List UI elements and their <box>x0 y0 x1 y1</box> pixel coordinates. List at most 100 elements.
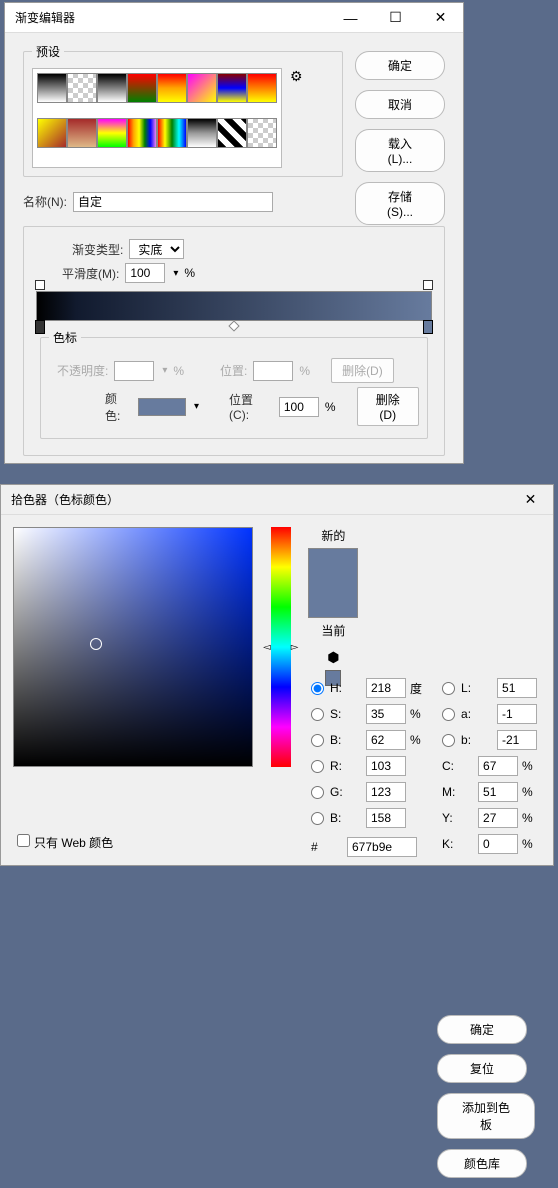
hue-arrow-icon[interactable]: ◅ <box>263 642 271 653</box>
s-label: S: <box>330 707 362 721</box>
r-radio[interactable] <box>311 760 324 773</box>
web-only-checkbox-label[interactable]: 只有 Web 颜色 <box>17 836 113 850</box>
k-input[interactable] <box>478 834 518 854</box>
g-input[interactable] <box>366 782 406 802</box>
gradient-swatch[interactable] <box>67 118 97 148</box>
maximize-button[interactable]: ☐ <box>373 3 418 33</box>
smooth-label: 平滑度(M): <box>62 265 119 282</box>
k-label: K: <box>442 837 474 851</box>
color-stop[interactable] <box>35 320 45 334</box>
gradient-swatch[interactable] <box>217 73 247 103</box>
color-preview <box>308 548 358 618</box>
chevron-down-icon: ▾ <box>162 365 167 376</box>
gradient-swatch[interactable] <box>37 73 67 103</box>
smooth-input[interactable] <box>125 263 165 283</box>
opacity-stop[interactable] <box>35 280 45 290</box>
hue-arrow-icon[interactable]: ▻ <box>291 642 299 653</box>
gradient-swatch[interactable] <box>247 73 277 103</box>
m-label: M: <box>442 785 474 799</box>
a-label: a: <box>461 707 493 721</box>
c-input[interactable] <box>478 756 518 776</box>
gradient-swatch[interactable] <box>97 73 127 103</box>
pos-c-input[interactable] <box>279 397 319 417</box>
bc-radio[interactable] <box>311 812 324 825</box>
color-field[interactable] <box>13 527 253 767</box>
s-input[interactable] <box>366 704 406 724</box>
pos-label: 位置: <box>220 362 247 379</box>
gradient-swatch[interactable] <box>217 118 247 148</box>
action-buttons: 确定 取消 载入(L)... 存储(S)... <box>355 51 445 235</box>
opacity-input <box>114 361 154 381</box>
s-radio[interactable] <box>311 708 324 721</box>
delete-button: 删除(D) <box>331 358 394 383</box>
hue-slider[interactable] <box>271 527 291 767</box>
type-select[interactable]: 实底 <box>129 239 184 259</box>
h-radio[interactable] <box>311 682 324 695</box>
color-cursor[interactable] <box>90 638 102 650</box>
l-input[interactable] <box>497 678 537 698</box>
add-swatch-button[interactable]: 添加到色板 <box>437 1093 535 1139</box>
minimize-button[interactable]: — <box>328 3 373 33</box>
gradient-bar[interactable] <box>36 291 432 321</box>
gradient-swatch[interactable] <box>187 73 217 103</box>
ok-button[interactable]: 确定 <box>437 1015 527 1044</box>
color-stop[interactable] <box>423 320 433 334</box>
save-button[interactable]: 存储(S)... <box>355 182 445 225</box>
c-label: C: <box>442 759 474 773</box>
bb-radio[interactable] <box>442 734 455 747</box>
gradient-panel: 渐变类型: 实底 平滑度(M): ▾ % 色标 不透明度: ▾ % 位置: <box>23 226 445 456</box>
g-radio[interactable] <box>311 786 324 799</box>
ok-button[interactable]: 确定 <box>355 51 445 80</box>
y-label: Y: <box>442 811 474 825</box>
close-button[interactable]: ✕ <box>508 485 553 515</box>
preset-swatches[interactable] <box>32 68 282 168</box>
gear-icon[interactable]: ⚙ <box>290 68 303 85</box>
g-label: G: <box>330 785 362 799</box>
gradient-swatch[interactable] <box>157 118 187 148</box>
b-radio[interactable] <box>311 734 324 747</box>
m-input[interactable] <box>478 782 518 802</box>
window-title: 拾色器（色标颜色） <box>1 491 508 508</box>
color-picker-dialog: 拾色器（色标颜色） ✕ ◅ ▻ 新的 当前 ⬢ 确定 复位 添加到色板 颜 <box>0 484 554 866</box>
opacity-stop[interactable] <box>423 280 433 290</box>
library-button[interactable]: 颜色库 <box>437 1149 527 1178</box>
a-input[interactable] <box>497 704 537 724</box>
chevron-down-icon[interactable]: ▾ <box>194 401 199 412</box>
color-swatch[interactable] <box>138 398 186 416</box>
gradient-swatch[interactable] <box>127 118 157 148</box>
cancel-button[interactable]: 取消 <box>355 90 445 119</box>
gradient-swatch[interactable] <box>157 73 187 103</box>
delete-button[interactable]: 删除(D) <box>357 387 419 426</box>
gradient-swatch[interactable] <box>37 118 67 148</box>
y-input[interactable] <box>478 808 518 828</box>
name-input[interactable] <box>73 192 273 212</box>
load-button[interactable]: 载入(L)... <box>355 129 445 172</box>
b-label: B: <box>330 733 362 747</box>
pos-input <box>253 361 293 381</box>
r-label: R: <box>330 759 362 773</box>
gradient-swatch[interactable] <box>187 118 217 148</box>
gradient-swatch[interactable] <box>127 73 157 103</box>
cube-icon[interactable]: ⬢ <box>327 649 339 666</box>
reset-button[interactable]: 复位 <box>437 1054 527 1083</box>
bc-input[interactable] <box>366 808 406 828</box>
name-label: 名称(N): <box>23 193 67 210</box>
h-input[interactable] <box>366 678 406 698</box>
hex-input[interactable] <box>347 837 417 857</box>
bb-input[interactable] <box>497 730 537 750</box>
l-label: L: <box>461 681 493 695</box>
gradient-swatch[interactable] <box>247 118 277 148</box>
chevron-down-icon[interactable]: ▾ <box>173 268 178 279</box>
a-radio[interactable] <box>442 708 455 721</box>
presets-legend: 预设 <box>32 43 64 60</box>
close-button[interactable]: ✕ <box>418 3 463 33</box>
gradient-swatch[interactable] <box>97 118 127 148</box>
r-input[interactable] <box>366 756 406 776</box>
stops-legend: 色标 <box>49 329 81 346</box>
l-radio[interactable] <box>442 682 455 695</box>
web-only-checkbox[interactable] <box>17 834 30 847</box>
gradient-editor-dialog: 渐变编辑器 — ☐ ✕ 预设 <box>4 2 464 464</box>
titlebar: 渐变编辑器 — ☐ ✕ <box>5 3 463 33</box>
gradient-swatch[interactable] <box>67 73 97 103</box>
b-input[interactable] <box>366 730 406 750</box>
